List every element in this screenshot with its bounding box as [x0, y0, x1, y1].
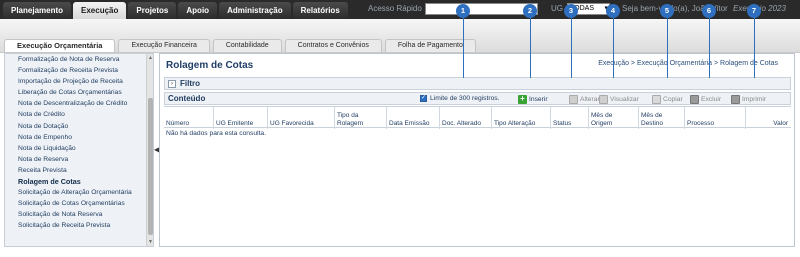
callout-line	[463, 18, 464, 78]
view-label: Visualizar	[610, 95, 639, 103]
sidebar-item[interactable]: Solicitação de Nota Reserva	[5, 209, 153, 220]
top-menu-bar: Planejamento Execução Projetos Apoio Adm…	[0, 0, 800, 19]
callout-marker: 2	[523, 4, 537, 18]
callout-line	[709, 18, 710, 78]
insert-label: Inserir	[529, 95, 548, 103]
callout-marker: 7	[747, 4, 761, 18]
sidebar-item[interactable]: Receita Prevista	[5, 165, 153, 176]
sidebar-item[interactable]: Formalização de Nota de Reserva	[5, 54, 153, 65]
scroll-up-icon[interactable]: ▲	[148, 55, 153, 61]
menu-execucao[interactable]: Execução	[73, 2, 127, 19]
column-header[interactable]: Tipo Alteração	[492, 107, 551, 129]
filter-label: Filtro	[180, 79, 200, 88]
printer-icon	[731, 94, 740, 104]
view-button[interactable]: Visualizar	[599, 94, 639, 104]
column-header[interactable]: Tipo da Rolagem	[335, 107, 387, 129]
sidebar-item[interactable]: Nota de Dotação	[5, 121, 153, 132]
copy-button[interactable]: Copiar	[652, 94, 683, 104]
sidebar-item[interactable]: Nota de Reserva	[5, 154, 153, 165]
breadcrumb: Execução > Execução Orçamentária > Rolag…	[598, 60, 778, 67]
column-header[interactable]: Mês de Destino	[639, 107, 685, 129]
callout-line	[571, 18, 572, 78]
module-tabs: Execução Orçamentária Execução Financeir…	[4, 39, 479, 52]
tab-contabilidade[interactable]: Contabilidade	[212, 39, 282, 52]
sidebar-item[interactable]: Formalização de Receita Prevista	[5, 65, 153, 76]
quick-access-label: Acesso Rápido	[368, 4, 422, 13]
sidebar-item[interactable]: Solicitação de Alteração Orçamentária	[5, 187, 153, 198]
sidebar-item[interactable]: Liberação de Cotas Orçamentárias	[5, 87, 153, 98]
sidebar-item[interactable]: Solicitação de Cotas Orçamentárias	[5, 198, 153, 209]
main-panel: Rolagem de Cotas Execução > Execução Orç…	[159, 53, 795, 247]
expand-icon[interactable]: ›	[168, 80, 176, 88]
filter-section[interactable]: › Filtro	[164, 77, 791, 90]
menu-projetos[interactable]: Projetos	[128, 2, 177, 19]
callout-marker: 6	[702, 4, 716, 18]
copy-label: Copiar	[663, 95, 683, 103]
callout-line	[530, 18, 531, 78]
insert-button[interactable]: + Inserir	[518, 94, 548, 104]
checkbox-checked-icon[interactable]: ✓	[420, 95, 427, 102]
page-title: Rolagem de Cotas	[166, 60, 254, 71]
sidebar: Formalização de Nota de Reserva Formaliz…	[4, 53, 154, 247]
column-header[interactable]: Mês de Origem	[589, 107, 639, 129]
content-label: Conteúdo	[168, 94, 206, 103]
content-toolbar: Conteúdo ✓ Limite de 300 registros. + In…	[164, 92, 791, 105]
menu-administracao[interactable]: Administração	[219, 2, 291, 19]
tab-contratos-convenios[interactable]: Contratos e Convênios	[284, 39, 382, 52]
sidebar-item[interactable]: Nota de Crédito	[5, 109, 153, 120]
callout-line	[613, 18, 614, 78]
callout-marker: 1	[456, 4, 470, 18]
sidebar-item[interactable]: Nota de Empenho	[5, 132, 153, 143]
ug-label: UG	[551, 4, 563, 13]
callout-marker: 3	[564, 4, 578, 18]
tab-execucao-orcamentaria[interactable]: Execução Orçamentária	[4, 39, 116, 52]
plus-icon: +	[518, 94, 527, 104]
column-header[interactable]: UG Emitente	[214, 107, 268, 129]
empty-table-message: Não há dados para esta consulta.	[166, 130, 267, 137]
table-header: Número UG Emitente UG Favorecida Tipo da…	[164, 106, 791, 129]
delete-label: Excluir	[701, 95, 722, 103]
callout-line	[667, 18, 668, 78]
quick-access-input[interactable]	[425, 3, 538, 15]
column-header[interactable]: Status	[551, 107, 589, 129]
column-header[interactable]: Processo	[685, 107, 746, 129]
view-icon	[599, 94, 608, 104]
scroll-down-icon[interactable]: ▼	[148, 239, 153, 245]
column-header[interactable]: Data Emissão	[387, 107, 440, 129]
print-button[interactable]: Imprimir	[731, 94, 766, 104]
print-label: Imprimir	[742, 95, 767, 103]
sidebar-item-selected[interactable]: Rolagem de Cotas	[5, 176, 153, 187]
limit-label: Limite de 300 registros.	[430, 95, 500, 102]
trash-icon	[690, 94, 699, 104]
edit-button[interactable]: Alterar	[569, 94, 600, 104]
callout-marker: 5	[660, 4, 674, 18]
sidebar-scrollbar[interactable]: ▲ ▼	[146, 54, 153, 246]
column-header[interactable]: Número	[164, 107, 214, 129]
sidebar-item[interactable]: Nota de Liquidação	[5, 143, 153, 154]
sidebar-item[interactable]: Importação de Projeção de Receita	[5, 76, 153, 87]
limit-checkbox[interactable]: ✓ Limite de 300 registros.	[420, 95, 500, 102]
module-tab-strip: Execução Orçamentária Execução Financeir…	[0, 19, 800, 53]
column-header[interactable]: Valor	[746, 107, 791, 129]
sidebar-item[interactable]: Nota de Descentralização de Crédito	[5, 98, 153, 109]
menu-planejamento[interactable]: Planejamento	[3, 2, 72, 19]
scroll-thumb[interactable]	[148, 98, 153, 235]
column-header[interactable]: UG Favorecida	[268, 107, 335, 129]
column-header[interactable]: Doc. Alterado	[440, 107, 492, 129]
callout-marker: 4	[606, 4, 620, 18]
menu-apoio[interactable]: Apoio	[178, 2, 218, 19]
sidebar-item[interactable]: Solicitação de Receita Prevista	[5, 220, 153, 231]
menu-relatorios[interactable]: Relatórios	[292, 2, 348, 19]
callout-line	[754, 18, 755, 78]
main-menu: Planejamento Execução Projetos Apoio Adm…	[3, 2, 350, 19]
edit-icon	[569, 94, 578, 104]
tab-execucao-financeira[interactable]: Execução Financeira	[118, 39, 210, 52]
edit-label: Alterar	[580, 95, 600, 103]
copy-icon	[652, 94, 661, 104]
delete-button[interactable]: Excluir	[690, 94, 721, 104]
